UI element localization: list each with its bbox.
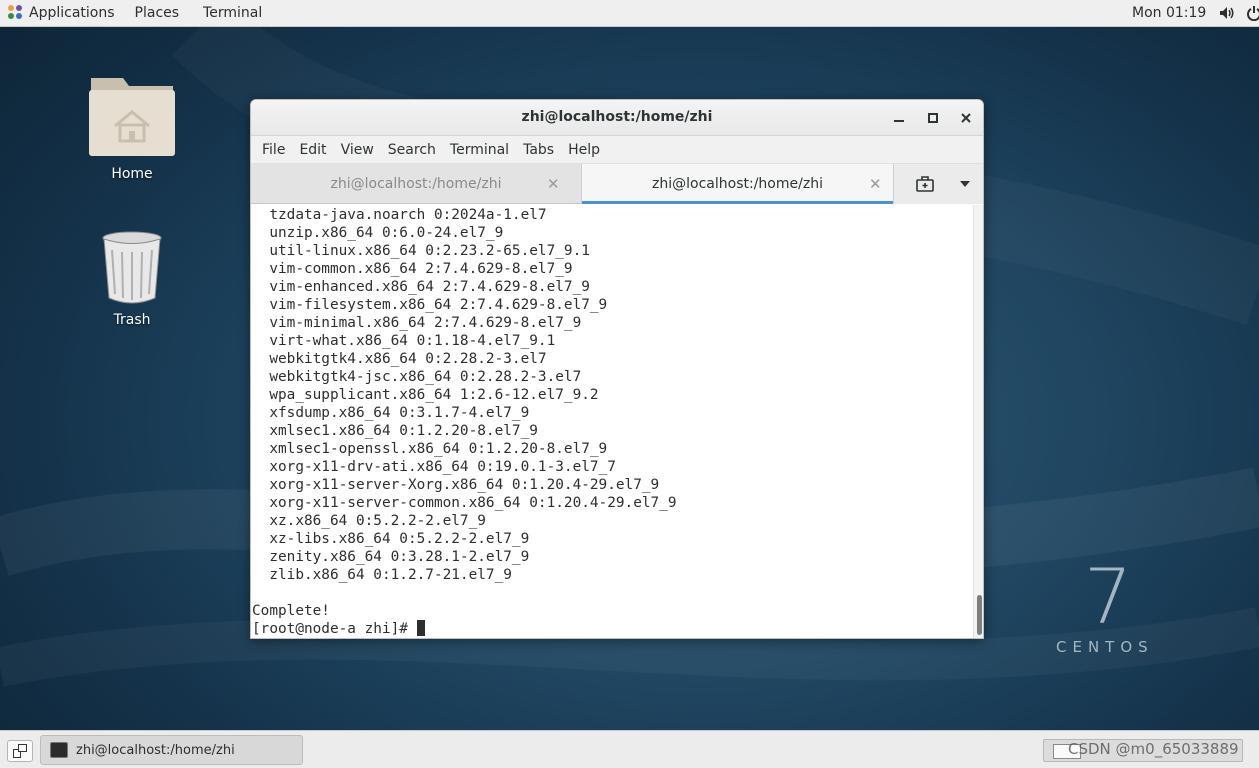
- terminal-line: util-linux.x86_64 0:2.23.2-65.el7_9.1: [252, 243, 590, 259]
- terminal-line: zlib.x86_64 0:1.2.7-21.el7_9: [252, 567, 512, 583]
- terminal-line: virt-what.x86_64 0:1.18-4.el7_9.1: [252, 333, 556, 349]
- home-label: Home: [111, 166, 153, 182]
- shell-prompt: [root@node-a zhi]#: [252, 621, 417, 637]
- clock[interactable]: Mon 01:19: [1132, 5, 1206, 21]
- terminal-text: tzdata-java.noarch 0:2024a-1.el7 unzip.x…: [251, 206, 973, 638]
- menu-file[interactable]: File: [255, 142, 292, 158]
- show-desktop-icon: [13, 744, 27, 758]
- show-desktop-button[interactable]: [7, 740, 33, 762]
- applications-label: Applications: [29, 5, 115, 21]
- terminal-scrollbar[interactable]: [973, 205, 983, 638]
- menubar: File Edit View Search Terminal Tabs Help: [251, 136, 983, 164]
- maximize-button[interactable]: [923, 108, 943, 128]
- terminal-line: unzip.x86_64 0:6.0-24.el7_9: [252, 225, 504, 241]
- tab-2[interactable]: zhi@localhost:/home/zhi ✕: [582, 164, 893, 204]
- tab-bar: zhi@localhost:/home/zhi ✕ zhi@localhost:…: [251, 164, 983, 204]
- top-panel: Applications Places Terminal Mon 01:19: [0, 0, 1259, 27]
- places-label: Places: [134, 5, 180, 21]
- terminal-line: zenity.x86_64 0:3.28.1-2.el7_9: [252, 549, 530, 565]
- terminal-line: xorg-x11-drv-ati.x86_64 0:19.0.1-3.el7_7: [252, 459, 616, 475]
- terminal-line: xorg-x11-server-Xorg.x86_64 0:1.20.4-29.…: [252, 477, 660, 493]
- text-cursor: [416, 620, 425, 636]
- tab-controls: [893, 164, 983, 204]
- terminal-line: vim-common.x86_64 2:7.4.629-8.el7_9: [252, 261, 573, 277]
- trash-icon: [102, 231, 162, 304]
- volume-icon[interactable]: [1219, 6, 1235, 20]
- centos-logo-number: 7: [1084, 552, 1133, 641]
- watermark: CSDN @m0_65033889: [1068, 740, 1239, 758]
- applications-menu[interactable]: Applications: [0, 0, 125, 26]
- terminal-window: zhi@localhost:/home/zhi File Edit View S…: [250, 99, 984, 639]
- tab-2-close-icon[interactable]: ✕: [869, 175, 882, 193]
- menu-help[interactable]: Help: [561, 142, 607, 158]
- terminal-line: xfsdump.x86_64 0:3.1.7-4.el7_9: [252, 405, 530, 421]
- terminal-line: xorg-x11-server-common.x86_64 0:1.20.4-2…: [252, 495, 677, 511]
- terminal-app-label: Terminal: [203, 5, 263, 21]
- home-desktop-icon[interactable]: Home: [77, 74, 187, 182]
- terminal-line: webkitgtk4.x86_64 0:2.28.2-3.el7: [252, 351, 547, 367]
- minimize-icon: [894, 120, 904, 122]
- new-tab-icon[interactable]: [916, 176, 934, 192]
- power-icon[interactable]: [1247, 5, 1259, 21]
- terminal-line: Complete!: [252, 603, 330, 619]
- terminal-icon: [50, 742, 68, 758]
- menu-tabs[interactable]: Tabs: [516, 142, 561, 158]
- places-menu[interactable]: Places: [125, 0, 190, 26]
- terminal-line: wpa_supplicant.x86_64 1:2.6-12.el7_9.2: [252, 387, 599, 403]
- tab-1-close-icon[interactable]: ✕: [547, 175, 560, 193]
- close-icon: [961, 113, 971, 123]
- terminal-line: xz.x86_64 0:5.2.2-2.el7_9: [252, 513, 486, 529]
- terminal-line: vim-filesystem.x86_64 2:7.4.629-8.el7_9: [252, 297, 608, 313]
- terminal-line: vim-enhanced.x86_64 2:7.4.629-8.el7_9: [252, 279, 590, 295]
- close-button[interactable]: [956, 108, 976, 128]
- menu-terminal[interactable]: Terminal: [443, 142, 516, 158]
- minimize-button[interactable]: [889, 108, 909, 128]
- home-folder-icon: [89, 78, 175, 156]
- trash-label: Trash: [113, 312, 151, 328]
- window-title: zhi@localhost:/home/zhi: [521, 109, 713, 125]
- tab-1-label: zhi@localhost:/home/zhi: [330, 176, 502, 192]
- terminal-line: xmlsec1-openssl.x86_64 0:1.2.20-8.el7_9: [252, 441, 608, 457]
- taskbar-terminal-label: zhi@localhost:/home/zhi: [76, 743, 235, 758]
- menu-view[interactable]: View: [334, 142, 381, 158]
- menu-search[interactable]: Search: [381, 142, 443, 158]
- tab-1[interactable]: zhi@localhost:/home/zhi ✕: [251, 164, 581, 204]
- tab-2-label: zhi@localhost:/home/zhi: [652, 176, 823, 192]
- scrollbar-thumb[interactable]: [977, 595, 982, 635]
- terminal-line: webkitgtk4-jsc.x86_64 0:2.28.2-3.el7: [252, 369, 582, 385]
- terminal-line: xz-libs.x86_64 0:5.2.2-2.el7_9: [252, 531, 530, 547]
- centos-logo-word: CENTOS: [1056, 638, 1154, 656]
- trash-desktop-icon[interactable]: Trash: [77, 230, 187, 328]
- terminal-line: xmlsec1.x86_64 0:1.2.20-8.el7_9: [252, 423, 538, 439]
- menu-edit[interactable]: Edit: [292, 142, 333, 158]
- tab-menu-chevron-down-icon[interactable]: [960, 181, 970, 187]
- maximize-icon: [928, 113, 938, 123]
- terminal-app-menu[interactable]: Terminal: [189, 0, 272, 26]
- window-titlebar[interactable]: zhi@localhost:/home/zhi: [251, 100, 983, 136]
- terminal-line: tzdata-java.noarch 0:2024a-1.el7: [252, 207, 547, 223]
- terminal-line: vim-minimal.x86_64 2:7.4.629-8.el7_9: [252, 315, 582, 331]
- terminal-output[interactable]: tzdata-java.noarch 0:2024a-1.el7 unzip.x…: [251, 205, 973, 638]
- applications-icon: [8, 5, 24, 21]
- taskbar-terminal-button[interactable]: zhi@localhost:/home/zhi: [40, 735, 303, 765]
